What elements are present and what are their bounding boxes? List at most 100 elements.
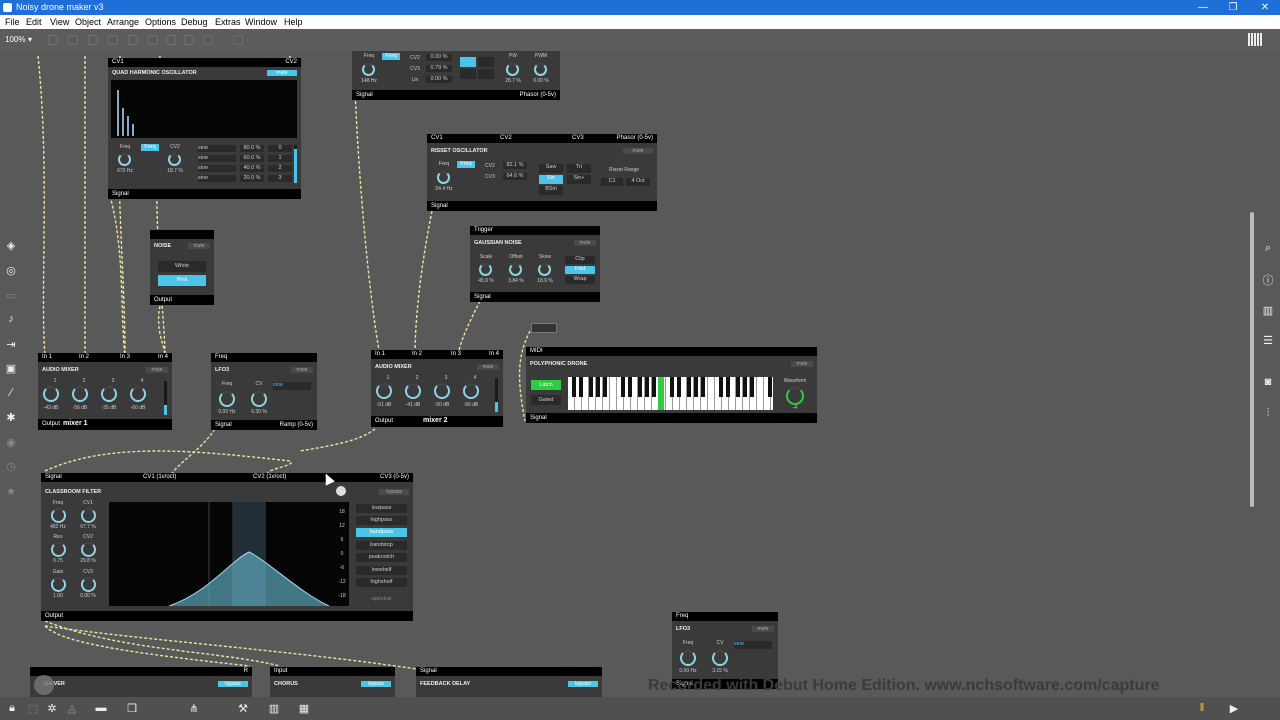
harmonic-1-wave-select[interactable]: sine: [198, 145, 236, 152]
channel-2-gain-knob[interactable]: [72, 386, 88, 402]
timer-icon[interactable]: [184, 35, 194, 45]
signal-icon[interactable]: ⇥: [4, 338, 18, 351]
harmonic-1-amp[interactable]: 80.0 %: [240, 145, 264, 152]
bsin-button[interactable]: BSin: [539, 186, 563, 195]
cv2-value[interactable]: 82.1 %: [503, 162, 527, 169]
cv3-inlet[interactable]: CV3: [572, 134, 584, 143]
add-icon[interactable]: [203, 35, 213, 45]
cv-knob[interactable]: [712, 650, 728, 666]
in2-inlet[interactable]: In 2: [79, 353, 89, 362]
presentation-icon[interactable]: [68, 35, 78, 45]
lin-value[interactable]: 0.00 %: [426, 76, 452, 83]
mute-button[interactable]: mute: [146, 367, 168, 373]
fold-button[interactable]: Fold: [565, 266, 595, 274]
offset-knob[interactable]: [509, 263, 522, 276]
channel-1-gain-knob[interactable]: [43, 386, 59, 402]
scale-knob[interactable]: [479, 263, 492, 276]
undo-icon[interactable]: [88, 35, 98, 45]
cv2-knob[interactable]: [81, 542, 96, 557]
image-icon[interactable]: [148, 35, 158, 45]
mute-button[interactable]: mute: [623, 148, 653, 154]
harmonic-4-number[interactable]: 3: [268, 175, 292, 182]
menu-view[interactable]: View: [50, 15, 69, 29]
presentation-icon[interactable]: ⬚: [26, 702, 40, 715]
freq-knob[interactable]: [219, 391, 235, 407]
sin-button[interactable]: Sin: [539, 175, 563, 184]
in3-inlet[interactable]: In 3: [451, 350, 461, 359]
harmonic-1-number[interactable]: 0: [268, 145, 292, 152]
signal-outlet[interactable]: Signal: [356, 90, 373, 100]
channel-2-gain-knob[interactable]: [405, 383, 421, 399]
gain-knob[interactable]: [51, 577, 66, 592]
peaknotch-button[interactable]: peaknotch: [356, 553, 407, 562]
pw-knob[interactable]: [506, 63, 519, 76]
phasor-outlet[interactable]: Phasor (0-5v): [520, 90, 556, 100]
right-inlet[interactable]: R: [244, 667, 248, 676]
spectral-button[interactable]: spectral: [356, 595, 407, 604]
range-octaves-select[interactable]: 4 Oct: [626, 178, 650, 186]
freq-inlet[interactable]: Freq: [215, 353, 227, 362]
target-icon-2[interactable]: ◉: [4, 436, 18, 449]
target-icon[interactable]: ◎: [4, 264, 18, 277]
camera-icon[interactable]: ◙: [1261, 376, 1275, 388]
mute-button[interactable]: mute: [574, 240, 596, 246]
menu-extras[interactable]: Extras: [215, 15, 241, 29]
cv2-knob[interactable]: [168, 153, 181, 166]
drag-handle[interactable]: [336, 486, 346, 496]
freq-knob[interactable]: [362, 63, 375, 76]
ramp-outlet[interactable]: Ramp (0-5v): [280, 420, 313, 430]
menu-window[interactable]: Window: [245, 15, 277, 29]
mute-button[interactable]: mute: [267, 70, 297, 76]
trigger-inlet[interactable]: Trigger: [474, 226, 493, 235]
bypass-button[interactable]: bypass: [361, 681, 391, 687]
info-icon[interactable]: ⓘ: [1261, 272, 1275, 288]
wrench-icon[interactable]: ⚒: [236, 702, 250, 715]
harmonic-4-amp[interactable]: 20.0 %: [240, 175, 264, 182]
grid-snap-icon[interactable]: [166, 35, 176, 45]
network-icon[interactable]: ✲: [45, 702, 59, 715]
filter-response-display[interactable]: [109, 502, 349, 607]
lock-icon[interactable]: 🔒︎: [5, 702, 19, 715]
cv1-inlet[interactable]: CV1: [112, 58, 124, 67]
piano-keyboard[interactable]: [568, 377, 773, 410]
square-wave-button[interactable]: [478, 69, 494, 79]
cv1-inlet[interactable]: CV1 (1v/oct): [143, 473, 176, 482]
signal-inlet[interactable]: Signal: [45, 473, 62, 482]
sine-wave-button[interactable]: [460, 57, 476, 67]
freq-knob[interactable]: [51, 508, 66, 523]
grid-view-icon[interactable]: [1248, 33, 1262, 46]
harmonic-3-amp[interactable]: 40.0 %: [240, 165, 264, 172]
signal-outlet[interactable]: Signal: [431, 201, 448, 211]
harmonic-2-wave-select[interactable]: sine: [198, 155, 236, 162]
tri-button[interactable]: Tri: [567, 164, 591, 173]
input-inlet[interactable]: Input: [274, 667, 287, 676]
patch-cord-icon[interactable]: ∕: [4, 387, 18, 399]
list-icon[interactable]: ☰: [1261, 334, 1275, 347]
in1-inlet[interactable]: In 1: [42, 353, 52, 362]
sin-plus-button[interactable]: Sin+: [567, 175, 591, 184]
harmonic-4-wave-select[interactable]: sine: [198, 175, 236, 182]
menu-help[interactable]: Help: [284, 15, 303, 29]
mute-button[interactable]: mute: [291, 367, 313, 373]
highshelf-button[interactable]: highshelf: [356, 578, 407, 587]
inspector-icon[interactable]: [128, 35, 138, 45]
close-patch-icon[interactable]: [108, 35, 118, 45]
mute-button[interactable]: mute: [188, 243, 210, 249]
white-noise-button[interactable]: White: [158, 261, 206, 272]
channel-1-gain-knob[interactable]: [376, 383, 392, 399]
star-icon[interactable]: ★: [4, 485, 18, 498]
in1-inlet[interactable]: In 1: [375, 350, 385, 359]
bypass-button[interactable]: bypass: [379, 489, 409, 495]
cv1-knob[interactable]: [81, 508, 96, 523]
wrap-button[interactable]: Wrap: [565, 276, 595, 284]
cube-icon[interactable]: ◈: [4, 239, 18, 252]
menu-options[interactable]: Options: [145, 15, 176, 29]
freq-mode-button[interactable]: Freq: [141, 144, 159, 151]
zoom-select[interactable]: 100%: [5, 35, 25, 44]
channel-3-gain-knob[interactable]: [101, 386, 117, 402]
search-icon[interactable]: ⌕: [1261, 242, 1275, 255]
signal-outlet[interactable]: Signal: [215, 420, 232, 430]
cv3-inlet[interactable]: CV3 (0-5v): [380, 473, 409, 482]
bypass-button[interactable]: bypass: [568, 681, 598, 687]
cv-knob[interactable]: [251, 391, 267, 407]
